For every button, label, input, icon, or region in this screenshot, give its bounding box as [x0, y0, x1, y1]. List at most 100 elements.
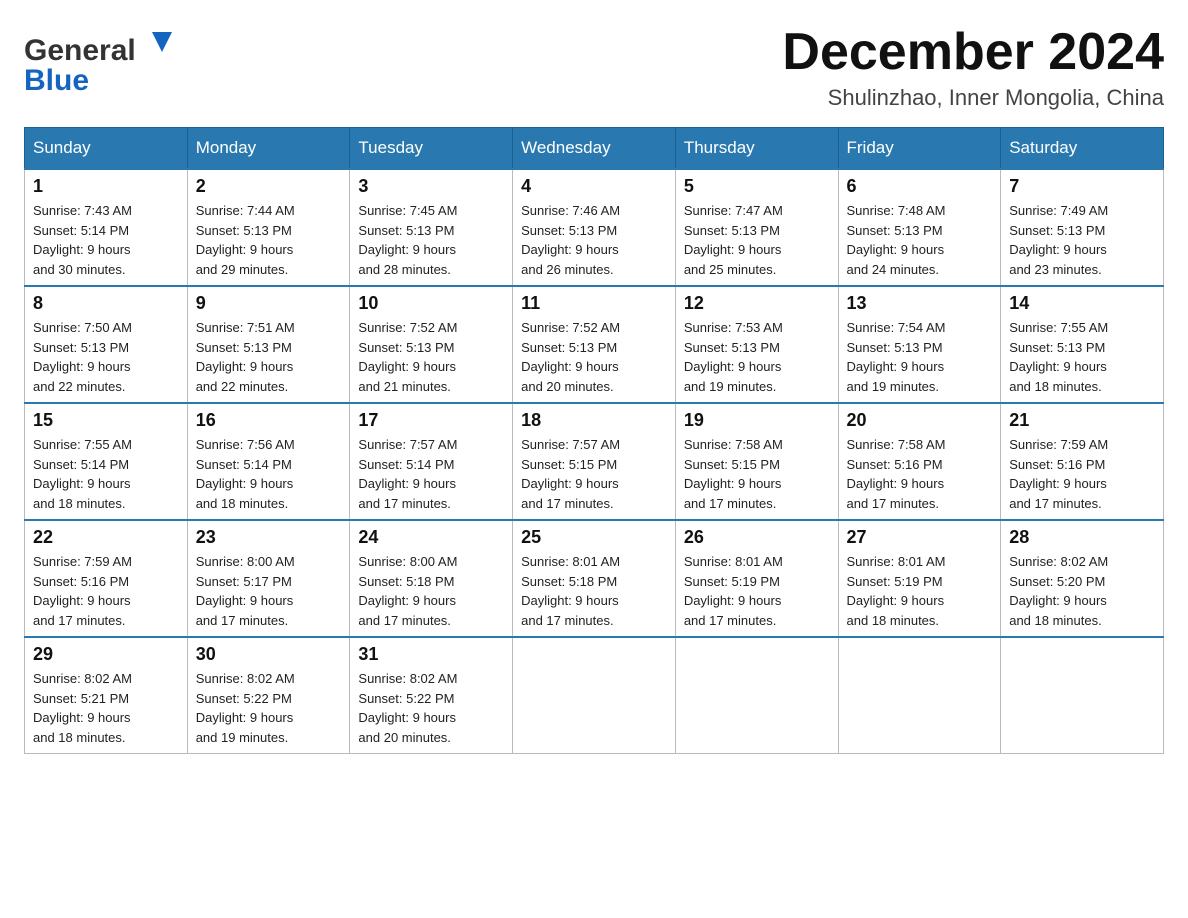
- daylight-label: Daylight: 9 hours: [521, 359, 619, 374]
- day-number: 12: [684, 293, 830, 314]
- daylight-label: Daylight: 9 hours: [684, 359, 782, 374]
- sunset-label: Sunset: 5:20 PM: [1009, 574, 1105, 589]
- calendar-cell: 9 Sunrise: 7:51 AM Sunset: 5:13 PM Dayli…: [187, 286, 350, 403]
- sunset-label: Sunset: 5:18 PM: [358, 574, 454, 589]
- daylight-cont: and 18 minutes.: [33, 730, 126, 745]
- daylight-label: Daylight: 9 hours: [358, 476, 456, 491]
- day-info: Sunrise: 8:01 AM Sunset: 5:18 PM Dayligh…: [521, 552, 667, 630]
- day-number: 29: [33, 644, 179, 665]
- daylight-cont: and 17 minutes.: [684, 613, 777, 628]
- day-info: Sunrise: 8:02 AM Sunset: 5:22 PM Dayligh…: [358, 669, 504, 747]
- week-row-2: 8 Sunrise: 7:50 AM Sunset: 5:13 PM Dayli…: [25, 286, 1164, 403]
- sunset-label: Sunset: 5:17 PM: [196, 574, 292, 589]
- calendar-cell: 8 Sunrise: 7:50 AM Sunset: 5:13 PM Dayli…: [25, 286, 188, 403]
- sunset-label: Sunset: 5:13 PM: [521, 223, 617, 238]
- sunrise-label: Sunrise: 8:02 AM: [1009, 554, 1108, 569]
- sunset-label: Sunset: 5:13 PM: [1009, 223, 1105, 238]
- day-number: 19: [684, 410, 830, 431]
- calendar-cell: 25 Sunrise: 8:01 AM Sunset: 5:18 PM Dayl…: [513, 520, 676, 637]
- daylight-cont: and 17 minutes.: [1009, 496, 1102, 511]
- day-info: Sunrise: 7:56 AM Sunset: 5:14 PM Dayligh…: [196, 435, 342, 513]
- calendar-cell: 21 Sunrise: 7:59 AM Sunset: 5:16 PM Dayl…: [1001, 403, 1164, 520]
- daylight-cont: and 18 minutes.: [847, 613, 940, 628]
- calendar-cell: 27 Sunrise: 8:01 AM Sunset: 5:19 PM Dayl…: [838, 520, 1001, 637]
- daylight-label: Daylight: 9 hours: [33, 710, 131, 725]
- daylight-label: Daylight: 9 hours: [847, 359, 945, 374]
- day-info: Sunrise: 8:02 AM Sunset: 5:20 PM Dayligh…: [1009, 552, 1155, 630]
- sunset-label: Sunset: 5:14 PM: [196, 457, 292, 472]
- calendar-cell: 5 Sunrise: 7:47 AM Sunset: 5:13 PM Dayli…: [675, 169, 838, 286]
- sunset-label: Sunset: 5:15 PM: [521, 457, 617, 472]
- sunset-label: Sunset: 5:16 PM: [33, 574, 129, 589]
- day-number: 8: [33, 293, 179, 314]
- day-number: 2: [196, 176, 342, 197]
- day-number: 11: [521, 293, 667, 314]
- sunrise-label: Sunrise: 7:47 AM: [684, 203, 783, 218]
- daylight-label: Daylight: 9 hours: [196, 593, 294, 608]
- daylight-cont: and 17 minutes.: [33, 613, 126, 628]
- day-info: Sunrise: 8:01 AM Sunset: 5:19 PM Dayligh…: [684, 552, 830, 630]
- sunset-label: Sunset: 5:13 PM: [521, 340, 617, 355]
- sunrise-label: Sunrise: 8:02 AM: [196, 671, 295, 686]
- header-tuesday: Tuesday: [350, 128, 513, 170]
- sunrise-label: Sunrise: 7:58 AM: [684, 437, 783, 452]
- sunrise-label: Sunrise: 8:00 AM: [196, 554, 295, 569]
- daylight-label: Daylight: 9 hours: [521, 593, 619, 608]
- daylight-cont: and 19 minutes.: [684, 379, 777, 394]
- day-info: Sunrise: 7:52 AM Sunset: 5:13 PM Dayligh…: [358, 318, 504, 396]
- sunset-label: Sunset: 5:22 PM: [358, 691, 454, 706]
- daylight-label: Daylight: 9 hours: [196, 476, 294, 491]
- week-row-1: 1 Sunrise: 7:43 AM Sunset: 5:14 PM Dayli…: [25, 169, 1164, 286]
- day-number: 26: [684, 527, 830, 548]
- sunset-label: Sunset: 5:14 PM: [33, 223, 129, 238]
- title-section: December 2024 Shulinzhao, Inner Mongolia…: [782, 24, 1164, 111]
- week-row-3: 15 Sunrise: 7:55 AM Sunset: 5:14 PM Dayl…: [25, 403, 1164, 520]
- sunrise-label: Sunrise: 8:01 AM: [847, 554, 946, 569]
- day-info: Sunrise: 7:58 AM Sunset: 5:15 PM Dayligh…: [684, 435, 830, 513]
- day-number: 17: [358, 410, 504, 431]
- sunset-label: Sunset: 5:13 PM: [684, 223, 780, 238]
- daylight-label: Daylight: 9 hours: [847, 242, 945, 257]
- day-info: Sunrise: 7:59 AM Sunset: 5:16 PM Dayligh…: [33, 552, 179, 630]
- calendar-cell: 22 Sunrise: 7:59 AM Sunset: 5:16 PM Dayl…: [25, 520, 188, 637]
- daylight-cont: and 19 minutes.: [847, 379, 940, 394]
- day-info: Sunrise: 7:59 AM Sunset: 5:16 PM Dayligh…: [1009, 435, 1155, 513]
- daylight-label: Daylight: 9 hours: [1009, 593, 1107, 608]
- calendar-cell: 20 Sunrise: 7:58 AM Sunset: 5:16 PM Dayl…: [838, 403, 1001, 520]
- sunset-label: Sunset: 5:19 PM: [684, 574, 780, 589]
- calendar-cell: 15 Sunrise: 7:55 AM Sunset: 5:14 PM Dayl…: [25, 403, 188, 520]
- daylight-label: Daylight: 9 hours: [358, 242, 456, 257]
- daylight-cont: and 17 minutes.: [684, 496, 777, 511]
- daylight-cont: and 22 minutes.: [196, 379, 289, 394]
- day-number: 16: [196, 410, 342, 431]
- header-saturday: Saturday: [1001, 128, 1164, 170]
- daylight-label: Daylight: 9 hours: [1009, 359, 1107, 374]
- day-number: 9: [196, 293, 342, 314]
- calendar-cell: 26 Sunrise: 8:01 AM Sunset: 5:19 PM Dayl…: [675, 520, 838, 637]
- daylight-label: Daylight: 9 hours: [684, 593, 782, 608]
- day-number: 28: [1009, 527, 1155, 548]
- sunrise-label: Sunrise: 8:01 AM: [521, 554, 620, 569]
- day-info: Sunrise: 7:53 AM Sunset: 5:13 PM Dayligh…: [684, 318, 830, 396]
- calendar-cell: 12 Sunrise: 7:53 AM Sunset: 5:13 PM Dayl…: [675, 286, 838, 403]
- sunset-label: Sunset: 5:16 PM: [847, 457, 943, 472]
- calendar-header-row: Sunday Monday Tuesday Wednesday Thursday…: [25, 128, 1164, 170]
- sunset-label: Sunset: 5:13 PM: [684, 340, 780, 355]
- calendar-cell: 30 Sunrise: 8:02 AM Sunset: 5:22 PM Dayl…: [187, 637, 350, 754]
- week-row-5: 29 Sunrise: 8:02 AM Sunset: 5:21 PM Dayl…: [25, 637, 1164, 754]
- calendar-cell: 23 Sunrise: 8:00 AM Sunset: 5:17 PM Dayl…: [187, 520, 350, 637]
- day-number: 30: [196, 644, 342, 665]
- page-title: December 2024: [782, 24, 1164, 81]
- daylight-cont: and 29 minutes.: [196, 262, 289, 277]
- header-friday: Friday: [838, 128, 1001, 170]
- day-info: Sunrise: 7:47 AM Sunset: 5:13 PM Dayligh…: [684, 201, 830, 279]
- sunset-label: Sunset: 5:15 PM: [684, 457, 780, 472]
- day-number: 7: [1009, 176, 1155, 197]
- calendar-cell: 2 Sunrise: 7:44 AM Sunset: 5:13 PM Dayli…: [187, 169, 350, 286]
- day-number: 25: [521, 527, 667, 548]
- calendar-cell: 24 Sunrise: 8:00 AM Sunset: 5:18 PM Dayl…: [350, 520, 513, 637]
- sunrise-label: Sunrise: 7:55 AM: [1009, 320, 1108, 335]
- page-header: General Blue December 2024 Shulinzhao, I…: [24, 24, 1164, 111]
- day-info: Sunrise: 7:55 AM Sunset: 5:13 PM Dayligh…: [1009, 318, 1155, 396]
- calendar-cell: [675, 637, 838, 754]
